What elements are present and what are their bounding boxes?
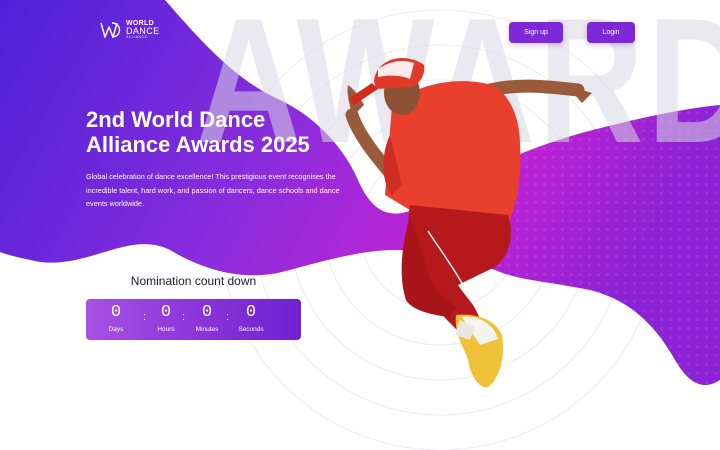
countdown-minutes: 0 Minutes xyxy=(187,303,227,335)
countdown-hours: 0 Hours xyxy=(146,303,186,335)
brand-wordmark: WORLD DANCE ALLIANCE xyxy=(126,20,160,40)
brand-logo[interactable]: WORLD DANCE ALLIANCE xyxy=(100,20,160,40)
hero-subtitle: Global celebration of dance excellence! … xyxy=(86,172,340,209)
countdown-separator: : xyxy=(226,311,230,323)
countdown-hours-value: 0 xyxy=(160,303,172,322)
countdown-seconds-value: 0 xyxy=(245,303,257,322)
countdown-minutes-label: Minutes xyxy=(195,326,219,333)
wda-monogram-icon xyxy=(100,22,121,38)
dancer-illustration xyxy=(345,58,592,388)
countdown-days-value: 0 xyxy=(110,303,122,322)
countdown-seconds: 0 Seconds xyxy=(231,303,271,335)
countdown-days-label: Days xyxy=(108,326,124,333)
countdown-title: Nomination count down xyxy=(130,274,257,288)
signup-button[interactable]: Sign up xyxy=(509,22,563,43)
countdown-seconds-label: Seconds xyxy=(238,326,264,333)
brand-line-3: ALLIANCE xyxy=(126,35,148,40)
login-button[interactable]: Login xyxy=(587,22,635,43)
hero-title: 2nd World Dance Alliance Awards 2025 xyxy=(86,107,310,157)
countdown-separator: : xyxy=(182,311,186,323)
countdown-days: 0 Days xyxy=(96,303,136,335)
countdown-panel: 0 Days : 0 Hours : 0 Minutes : 0 Seconds xyxy=(86,299,301,340)
landing-page: AWARDS WORLD DANCE ALLIANCE Sign up Logi… xyxy=(0,0,720,450)
countdown-hours-label: Hours xyxy=(157,326,175,333)
countdown-minutes-value: 0 xyxy=(201,303,213,322)
